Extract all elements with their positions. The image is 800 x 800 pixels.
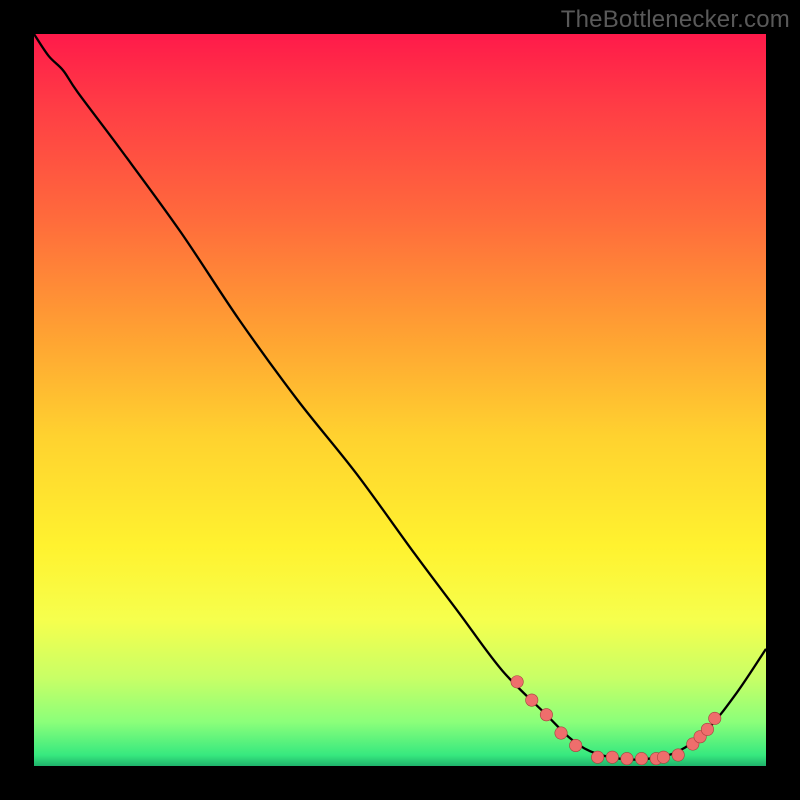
data-marker <box>701 723 713 735</box>
data-marker <box>657 751 669 763</box>
data-marker <box>606 751 618 763</box>
data-marker <box>511 676 523 688</box>
data-marker <box>635 752 647 764</box>
chart-svg <box>34 34 766 766</box>
watermark-text: TheBottlenecker.com <box>561 6 790 34</box>
gradient-background <box>34 34 766 766</box>
data-marker <box>709 712 721 724</box>
data-marker <box>672 749 684 761</box>
data-marker <box>540 709 552 721</box>
data-marker <box>621 752 633 764</box>
data-marker <box>591 751 603 763</box>
plot-area <box>34 34 766 766</box>
data-marker <box>526 694 538 706</box>
chart-frame: TheBottlenecker.com <box>0 0 800 800</box>
data-marker <box>555 727 567 739</box>
data-marker <box>569 739 581 751</box>
